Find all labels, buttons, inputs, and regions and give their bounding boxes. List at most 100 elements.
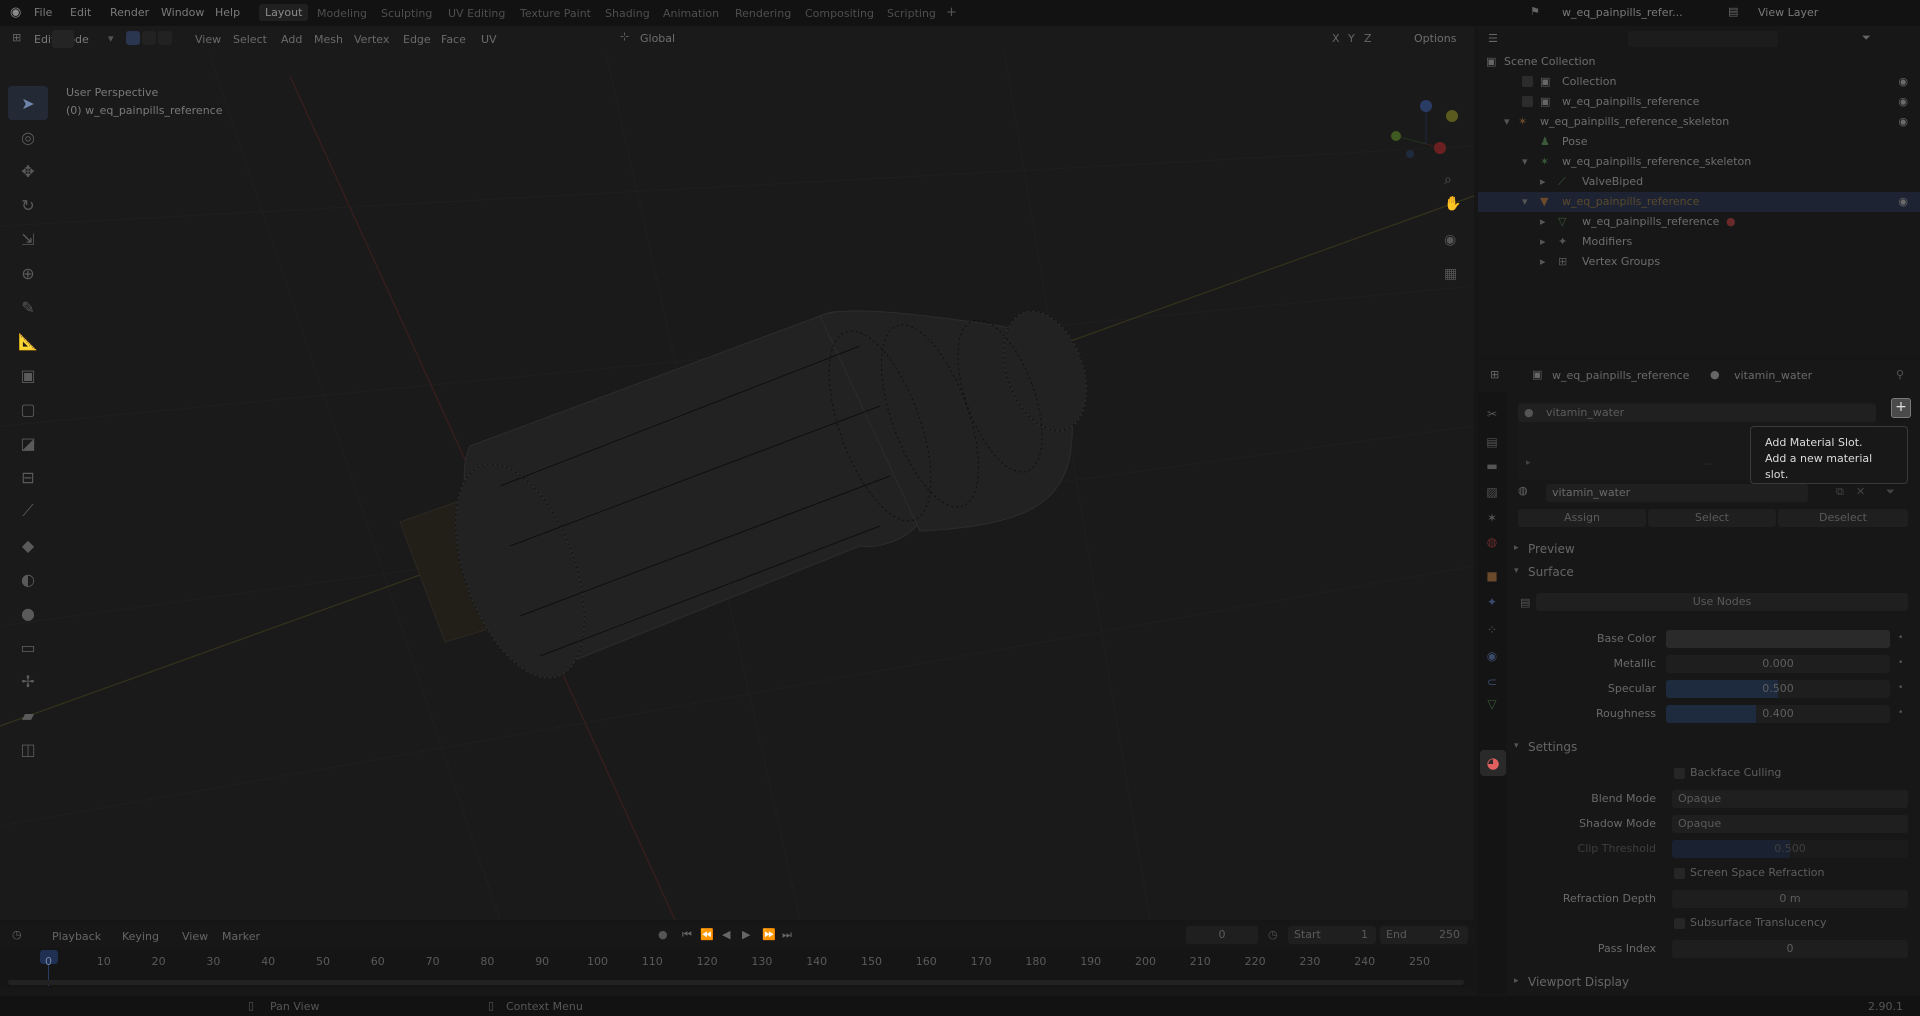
- annotate-tool-icon[interactable]: ✎: [8, 290, 48, 324]
- timeline-scrollbar[interactable]: [8, 980, 1464, 985]
- scene-icon[interactable]: ⚑: [1530, 5, 1540, 18]
- outliner-row[interactable]: ▾ ✶ w_eq_painpills_reference_skeleton: [1478, 152, 1920, 172]
- menu-view[interactable]: View: [182, 930, 208, 943]
- settings-panel-header[interactable]: Settings: [1528, 740, 1577, 754]
- surface-panel-header[interactable]: Surface: [1528, 565, 1574, 579]
- base-color-swatch[interactable]: [1666, 630, 1890, 648]
- clip-threshold-slider[interactable]: 0.500: [1672, 840, 1908, 858]
- tab-sculpting[interactable]: Sculpting: [381, 7, 432, 20]
- assign-button[interactable]: Assign: [1518, 509, 1646, 527]
- modifier-tab-icon[interactable]: ✦: [1482, 592, 1502, 612]
- exclude-checkbox[interactable]: [1522, 76, 1533, 87]
- edge-slide-tool-icon[interactable]: ▭: [8, 630, 48, 664]
- chevron-right-icon[interactable]: ▸: [1540, 215, 1546, 228]
- eye-icon[interactable]: ◉: [1898, 95, 1908, 108]
- scene-tab-icon[interactable]: ✶: [1482, 508, 1502, 528]
- unlink-material-icon[interactable]: ✕: [1856, 485, 1865, 498]
- face-select-mode-button[interactable]: [158, 31, 172, 45]
- blender-logo-icon[interactable]: ◉: [10, 5, 21, 20]
- cursor-tool-icon[interactable]: ◎: [8, 120, 48, 154]
- rotate-tool-icon[interactable]: ↻: [8, 188, 48, 222]
- spin-tool-icon[interactable]: ◐: [8, 562, 48, 596]
- outliner-row[interactable]: ▾ ✶ w_eq_painpills_reference_skeleton ◉: [1478, 112, 1920, 132]
- timeline-editor-icon[interactable]: ◷: [12, 928, 22, 941]
- outliner-row[interactable]: ▸ ✦ Modifiers: [1478, 232, 1920, 252]
- chevron-down-icon[interactable]: ▾: [1514, 566, 1519, 576]
- menu-edit[interactable]: Edit: [70, 6, 91, 19]
- outliner-row[interactable]: ▣ Collection ◉: [1478, 72, 1920, 92]
- chevron-right-icon[interactable]: ▸: [1540, 235, 1546, 248]
- tab-uv-editing[interactable]: UV Editing: [448, 7, 505, 20]
- menu-keying[interactable]: Keying: [122, 930, 159, 943]
- material-name-field[interactable]: vitamin_water: [1546, 484, 1808, 502]
- extrude-tool-icon[interactable]: ▣: [8, 358, 48, 392]
- output-tab-icon[interactable]: ▬: [1482, 456, 1502, 476]
- duplicate-material-icon[interactable]: ⧉: [1836, 485, 1844, 499]
- constraints-tab-icon[interactable]: ⊂: [1482, 672, 1502, 692]
- ssr-checkbox[interactable]: [1674, 868, 1685, 879]
- chevron-down-icon[interactable]: ▾: [1522, 195, 1528, 208]
- subsurface-checkbox[interactable]: [1674, 918, 1685, 929]
- tab-compositing[interactable]: Compositing: [805, 7, 874, 20]
- select-box-tool-icon[interactable]: ➤: [8, 86, 48, 120]
- add-workspace-icon[interactable]: +: [946, 5, 957, 20]
- scale-tool-icon[interactable]: ⇲: [8, 222, 48, 256]
- pan-hand-icon[interactable]: ✋: [1444, 196, 1461, 212]
- chevron-right-icon[interactable]: ▸: [1514, 976, 1519, 986]
- specular-slider[interactable]: 0.500: [1666, 680, 1890, 698]
- shrink-tool-icon[interactable]: ✢: [8, 664, 48, 698]
- menu-face[interactable]: Face: [441, 33, 466, 46]
- 3d-viewport[interactable]: User Perspective (0) w_eq_painpills_refe…: [0, 26, 1474, 920]
- axis-z-toggle[interactable]: Z: [1364, 32, 1372, 45]
- metallic-slider[interactable]: 0.000: [1666, 655, 1890, 673]
- rip-tool-icon[interactable]: ◫: [8, 732, 48, 766]
- world-tab-icon[interactable]: ◍: [1482, 532, 1502, 552]
- tab-rendering[interactable]: Rendering: [735, 7, 791, 20]
- menu-add[interactable]: Add: [281, 33, 302, 46]
- data-tab-icon[interactable]: ▽: [1482, 694, 1502, 714]
- keyframe-dot-icon[interactable]: •: [1898, 683, 1903, 693]
- filter-icon[interactable]: ⏷: [1862, 31, 1871, 45]
- tab-scripting[interactable]: Scripting: [887, 7, 936, 20]
- bevel-tool-icon[interactable]: ◪: [8, 426, 48, 460]
- jump-end-icon[interactable]: ⏭: [782, 928, 792, 942]
- menu-mesh[interactable]: Mesh: [314, 33, 343, 46]
- menu-select[interactable]: Select: [233, 33, 267, 46]
- menu-playback[interactable]: Playback: [52, 930, 101, 943]
- roughness-slider[interactable]: 0.400: [1666, 705, 1890, 723]
- chevron-right-icon[interactable]: ▸: [1540, 255, 1546, 268]
- vertex-select-mode-button[interactable]: [126, 31, 140, 45]
- keyframe-dot-icon[interactable]: •: [1898, 658, 1903, 668]
- scene-name-field[interactable]: w_eq_painpills_refer...: [1562, 6, 1683, 19]
- list-grip-icon[interactable]: ⋯: [1704, 460, 1713, 470]
- transform-tool-icon[interactable]: ⊕: [8, 256, 48, 290]
- outliner-row[interactable]: ▸ ▽ w_eq_painpills_reference ●: [1478, 212, 1920, 232]
- current-frame-field[interactable]: 0: [1186, 926, 1258, 944]
- measure-tool-icon[interactable]: 📐: [8, 324, 48, 358]
- loop-cut-tool-icon[interactable]: ⊟: [8, 460, 48, 494]
- zoom-icon[interactable]: ⌕: [1444, 172, 1452, 188]
- chevron-right-icon[interactable]: ▸: [1514, 543, 1519, 553]
- list-resize-handle-icon[interactable]: ▸: [1526, 458, 1531, 468]
- tab-texture-paint[interactable]: Texture Paint: [520, 7, 591, 20]
- chevron-right-icon[interactable]: ▸: [1540, 175, 1546, 188]
- orientation-select[interactable]: Global: [640, 32, 675, 45]
- tab-shading[interactable]: Shading: [605, 7, 650, 20]
- axis-y-toggle[interactable]: Y: [1348, 32, 1355, 45]
- jump-start-icon[interactable]: ⏮: [682, 928, 692, 942]
- tab-animation[interactable]: Animation: [663, 7, 719, 20]
- tab-layout[interactable]: Layout: [259, 4, 309, 21]
- outliner-row-selected[interactable]: ▾ ▼ w_eq_painpills_reference ◉: [1478, 192, 1920, 212]
- menu-render[interactable]: Render: [110, 6, 149, 19]
- outliner-row[interactable]: ▸ ⊞ Vertex Groups: [1478, 252, 1920, 272]
- smooth-tool-icon[interactable]: ●: [8, 596, 48, 630]
- chevron-down-icon[interactable]: ▾: [1514, 741, 1519, 751]
- play-icon[interactable]: ▶: [742, 928, 750, 941]
- axis-x-toggle[interactable]: X: [1332, 32, 1340, 45]
- pass-index-field[interactable]: 0: [1672, 940, 1908, 958]
- menu-help[interactable]: Help: [215, 6, 240, 19]
- viewport-display-panel-header[interactable]: Viewport Display: [1528, 975, 1629, 989]
- start-frame-field[interactable]: Start 1: [1288, 926, 1376, 944]
- properties-editor-icon[interactable]: ⊞: [1490, 368, 1499, 381]
- material-tab-icon[interactable]: ◕: [1480, 750, 1506, 776]
